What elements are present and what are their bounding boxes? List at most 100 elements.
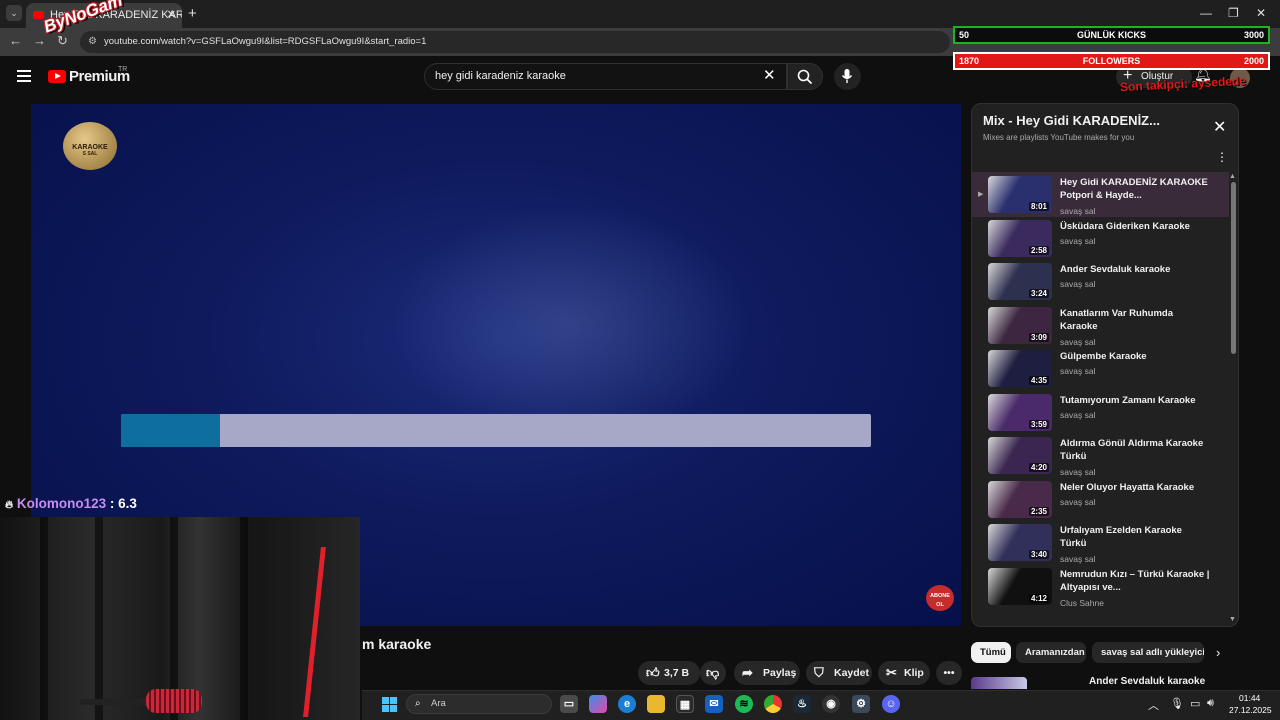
playlist-item[interactable]: ▶ 8:01 Hey Gidi KARADENİZ KARAOKE Potpori … xyxy=(972,172,1229,217)
playlist-item[interactable]: 3:24 Ander Sevdaluk karaoke savaş sal xyxy=(972,259,1229,304)
taskbar-date[interactable]: 27.12.2025 xyxy=(1229,705,1272,715)
spotify-icon[interactable]: ≋ xyxy=(735,695,753,713)
taskbar-search-box[interactable]: ⌕ Ara xyxy=(406,694,552,714)
playlist-item-channel[interactable]: savaş sal xyxy=(1060,279,1095,289)
store-icon[interactable]: ▦ xyxy=(676,695,694,713)
menu-icon[interactable] xyxy=(17,70,31,82)
clear-search-icon[interactable]: ✕ xyxy=(763,66,776,84)
address-bar[interactable]: ⚙ youtube.com/watch?v=GSFLaOwgu9I&list=R… xyxy=(80,31,950,53)
scroll-down-icon[interactable]: ▼ xyxy=(1229,616,1236,623)
playlist-thumbnail[interactable]: 2:58 xyxy=(988,219,1052,257)
playlist-item[interactable]: 2:35 Neler Oluyor Hayatta Karaoke savaş sa… xyxy=(972,477,1229,522)
recommended-thumbnail[interactable] xyxy=(971,677,1027,689)
playlist-item-title[interactable]: Kanatlarım Var Ruhumda Karaoke xyxy=(1060,307,1210,333)
playlist-thumbnail[interactable]: 3:24 xyxy=(988,263,1052,300)
save-button[interactable]: ⛉ Kaydet xyxy=(806,661,872,685)
more-actions-button[interactable]: ••• xyxy=(936,661,962,685)
playlist-item-title[interactable]: Urfalıyam Ezelden Karaoke Türkü xyxy=(1060,524,1210,550)
filter-chip[interactable]: Tümü xyxy=(971,642,1011,663)
subscribe-badge[interactable]: ABONE OL xyxy=(926,585,954,611)
filter-chip[interactable]: Aramanızdan xyxy=(1016,642,1086,663)
karaoke-progress-fill xyxy=(121,414,220,447)
discord-icon[interactable]: ☺ xyxy=(882,695,900,713)
playlist-item-title[interactable]: Üsküdara Gideriken Karaoke xyxy=(1060,220,1210,233)
back-icon[interactable]: ← xyxy=(9,33,22,48)
playlist-title[interactable]: Mix - Hey Gidi KARADENİZ... xyxy=(983,113,1160,128)
restore-icon[interactable]: ❐ xyxy=(1228,6,1239,20)
playlist-thumbnail[interactable]: 3:59 xyxy=(988,393,1052,431)
playlist-item-channel[interactable]: Clus Sahne xyxy=(1060,598,1104,608)
playlist-thumbnail[interactable]: 8:01 xyxy=(988,176,1052,213)
playlist-item[interactable]: 4:12 Nemrudun Kızı – Türkü Karaoke | Alty… xyxy=(972,564,1229,609)
playlist-item-title[interactable]: Ander Sevdaluk karaoke xyxy=(1060,263,1210,276)
task-view-icon[interactable]: ▭ xyxy=(560,695,578,713)
karaoke-logo-subtext: S SAL xyxy=(82,151,98,157)
playlist-item-title[interactable]: Tutamıyorum Zamanı Karaoke xyxy=(1060,394,1210,407)
tray-mic-icon[interactable]: 🎙︎ xyxy=(1170,697,1184,710)
playlist-item[interactable]: 2:58 Üsküdara Gideriken Karaoke savaş sal xyxy=(972,216,1229,261)
playlist-item-channel[interactable]: savaş sal xyxy=(1060,467,1095,477)
playlist-thumbnail[interactable]: 4:12 xyxy=(988,567,1052,605)
playlist-item-channel[interactable]: savaş sal xyxy=(1060,366,1095,376)
voice-search-button[interactable] xyxy=(834,63,861,90)
playlist-thumbnail[interactable]: 3:09 xyxy=(988,306,1052,344)
search-input[interactable]: hey gidi karadeniz karaoke xyxy=(424,63,787,90)
search-button[interactable] xyxy=(787,63,823,90)
playlist-item-channel[interactable]: savaş sal xyxy=(1060,554,1095,564)
playlist-item-title[interactable]: Gülpembe Karaoke xyxy=(1060,350,1210,363)
windows-start-icon[interactable] xyxy=(382,697,398,713)
playlist-item-title[interactable]: Aldırma Gönül Aldırma Karaoke Türkü xyxy=(1060,437,1210,463)
site-info-icon[interactable]: ⚙ xyxy=(88,31,97,53)
playlist-item[interactable]: 4:35 Gülpembe Karaoke savaş sal xyxy=(972,346,1229,391)
playlist-scrollbar[interactable] xyxy=(1231,182,1236,354)
tray-network-icon[interactable]: ▭ xyxy=(1190,697,1200,710)
scroll-up-icon[interactable]: ▲ xyxy=(1229,173,1236,180)
share-button[interactable]: ➦ Paylaş xyxy=(734,661,800,685)
taskbar-time[interactable]: 01:44 xyxy=(1239,693,1260,703)
playlist-item-channel[interactable]: savaş sal xyxy=(1060,410,1095,420)
tray-volume-icon[interactable]: 🔊︎ xyxy=(1207,697,1214,710)
close-window-icon[interactable]: ✕ xyxy=(1256,6,1266,20)
youtube-logo-icon[interactable] xyxy=(48,70,66,83)
playlist-item-title[interactable]: Nemrudun Kızı – Türkü Karaoke | Altyapıs… xyxy=(1060,568,1210,594)
playlist-item-channel[interactable]: savaş sal xyxy=(1060,206,1095,216)
playlist-thumbnail[interactable]: 4:20 xyxy=(988,437,1052,474)
playlist-thumbnail[interactable]: 2:35 xyxy=(988,480,1052,518)
close-tab-icon[interactable]: ✕ xyxy=(167,3,176,28)
settings-gear-icon[interactable]: ⚙ xyxy=(852,695,870,713)
mail-icon[interactable]: ✉ xyxy=(705,695,723,713)
tray-chevron-icon[interactable]: ︿ xyxy=(1148,697,1159,713)
tab-search-button[interactable]: ⌄ xyxy=(6,5,22,21)
file-explorer-icon[interactable] xyxy=(647,695,665,713)
obs-icon[interactable]: ◉ xyxy=(822,695,840,713)
new-tab-button[interactable]: + xyxy=(188,5,197,22)
playlist-item-channel[interactable]: savaş sal xyxy=(1060,337,1095,347)
playlist-thumbnail[interactable]: 3:40 xyxy=(988,524,1052,561)
duration-badge: 4:35 xyxy=(1028,376,1049,385)
playlist-thumbnail[interactable]: 4:35 xyxy=(988,350,1052,387)
goal-followers-target: 2000 xyxy=(1243,56,1264,66)
forward-icon[interactable]: → xyxy=(33,33,46,48)
copilot-icon[interactable] xyxy=(589,695,607,713)
steam-icon[interactable]: ♨ xyxy=(793,695,811,713)
like-button[interactable]: 👍︎ 3,7 B xyxy=(638,661,700,685)
playlist-item-channel[interactable]: savaş sal xyxy=(1060,236,1095,246)
playlist-item-title[interactable]: Hey Gidi KARADENİZ KARAOKE Potpori & Hay… xyxy=(1060,176,1210,202)
playlist-item[interactable]: 3:40 Urfalıyam Ezelden Karaoke Türkü savaş… xyxy=(972,520,1229,565)
chrome-icon[interactable] xyxy=(764,695,782,713)
edge-icon[interactable]: e xyxy=(618,695,636,713)
chips-next-icon[interactable]: › xyxy=(1216,645,1220,660)
filter-chip[interactable]: savaş sal adlı yükleyicid xyxy=(1092,642,1204,663)
close-playlist-icon[interactable]: ✕ xyxy=(1213,117,1226,137)
recommended-title[interactable]: Ander Sevdaluk karaoke xyxy=(1089,676,1205,687)
playlist-item[interactable]: 4:20 Aldırma Gönül Aldırma Karaoke Türkü s… xyxy=(972,433,1229,478)
minimize-icon[interactable]: — xyxy=(1200,6,1212,20)
playlist-item-channel[interactable]: savaş sal xyxy=(1060,497,1095,507)
playlist-item-title[interactable]: Neler Oluyor Hayatta Karaoke xyxy=(1060,481,1210,494)
reload-icon[interactable]: ↻ xyxy=(57,33,68,49)
dislike-button[interactable]: 👎︎ xyxy=(700,661,726,685)
clip-button[interactable]: ✂ Klip xyxy=(878,661,930,685)
playlist-more-icon[interactable]: ⋮ xyxy=(1216,150,1228,164)
playlist-item[interactable]: 3:09 Kanatlarım Var Ruhumda Karaoke savaş … xyxy=(972,303,1229,348)
playlist-item[interactable]: 3:59 Tutamıyorum Zamanı Karaoke savaş sal xyxy=(972,390,1229,435)
